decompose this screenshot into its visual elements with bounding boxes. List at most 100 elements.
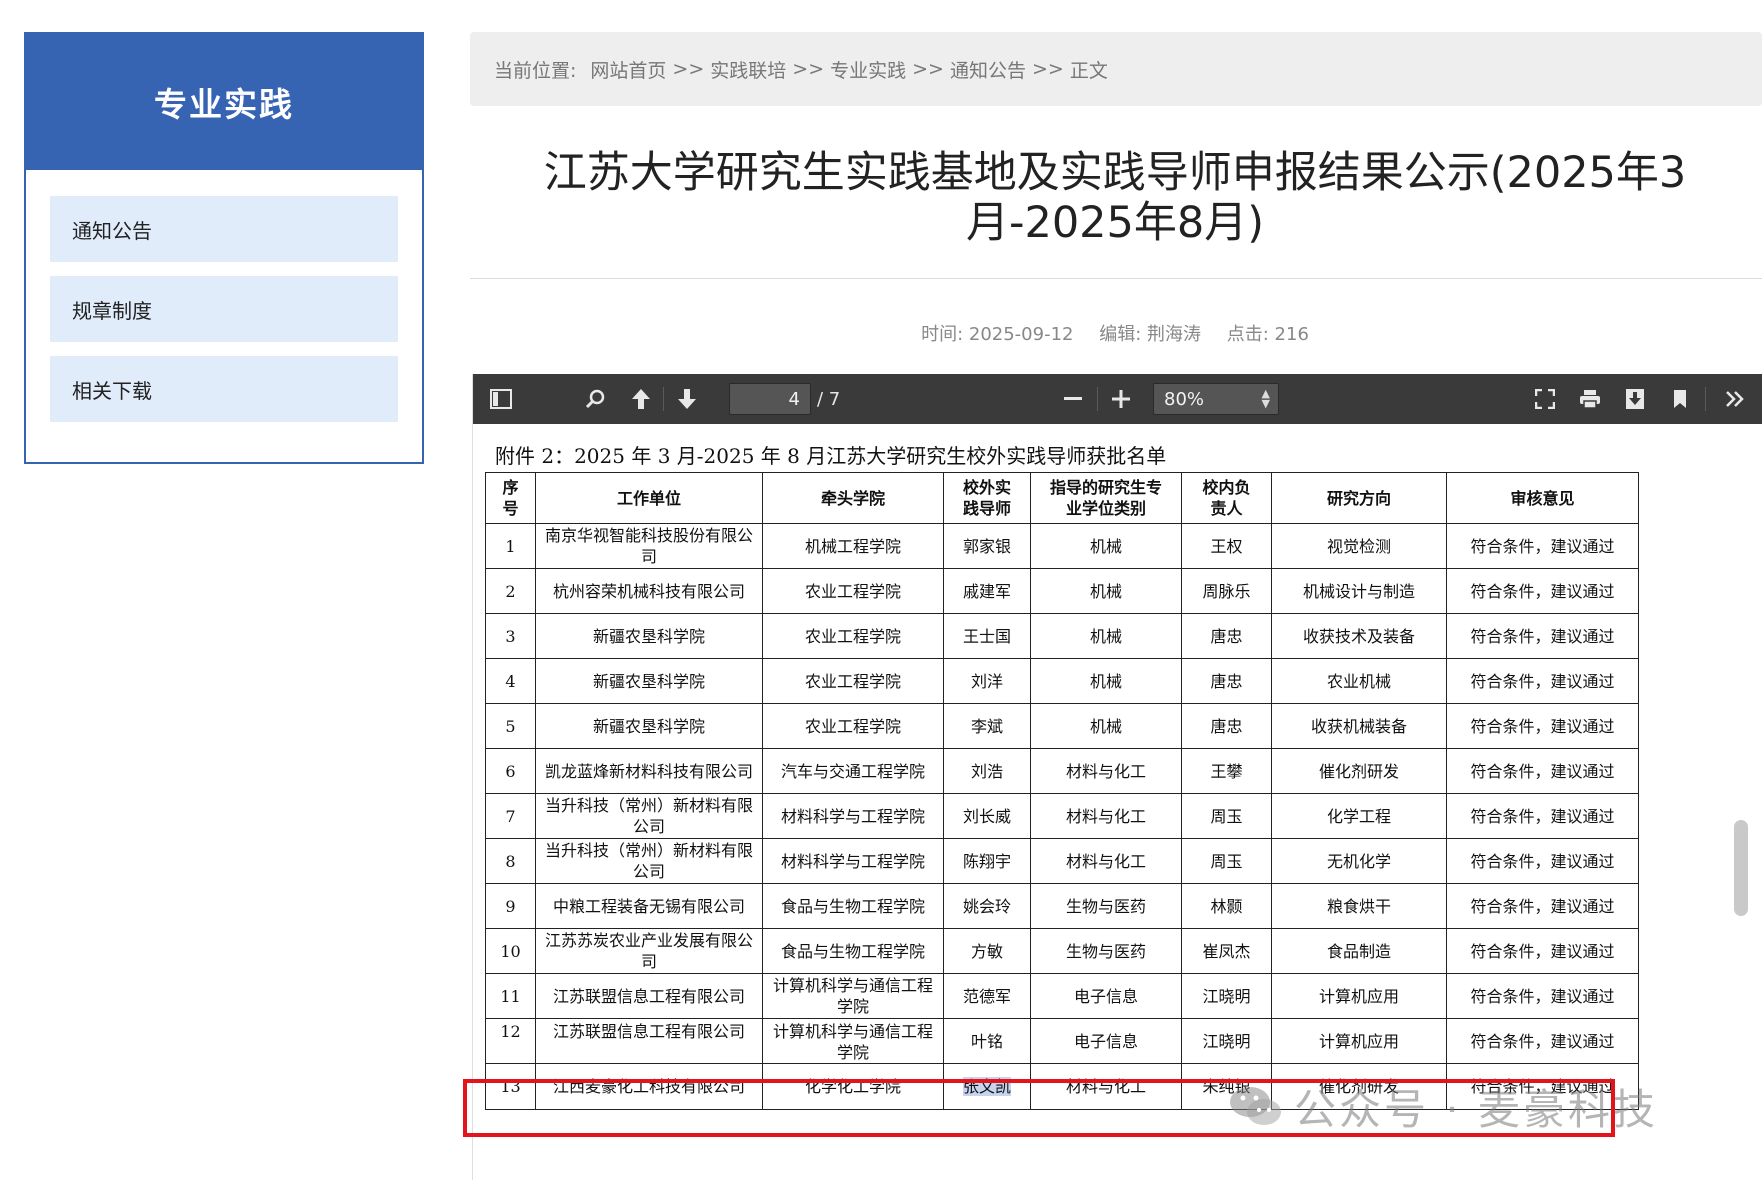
column-header: 校外实践导师: [943, 472, 1031, 524]
table-cell: 李斌: [943, 703, 1031, 749]
table-cell: 新疆农垦科学院: [535, 703, 763, 749]
search-icon[interactable]: [577, 374, 613, 424]
scrollbar-thumb[interactable]: [1734, 820, 1748, 916]
table-cell: 林颢: [1181, 883, 1272, 929]
table-cell: 材料与化工: [1030, 838, 1182, 884]
toolbar-separator: [663, 387, 664, 411]
table-cell: 唐忠: [1181, 658, 1272, 704]
table-cell: 11: [485, 973, 536, 1019]
table-cell: 机械: [1030, 523, 1182, 569]
table-cell: 机械工程学院: [762, 523, 944, 569]
watermark: 公众号 · 麦豪科技: [1228, 1080, 1658, 1134]
table-cell: 王攀: [1181, 748, 1272, 794]
table-cell: 陈翔宇: [943, 838, 1031, 884]
table-cell: 江晓明: [1181, 1018, 1272, 1064]
zoom-in-icon[interactable]: [1103, 374, 1139, 424]
table-cell: 食品与生物工程学院: [762, 883, 944, 929]
table-cell: 方敏: [943, 928, 1031, 974]
breadcrumb: 当前位置: 网站首页 >> 实践联培 >> 专业实践 >> 通知公告 >> 正文: [470, 32, 1762, 106]
table-cell: 计算机应用: [1271, 1018, 1447, 1064]
breadcrumb-home[interactable]: 网站首页: [590, 56, 666, 83]
table-cell: 符合条件，建议通过: [1446, 703, 1639, 749]
table-cell: 范德军: [943, 973, 1031, 1019]
download-icon[interactable]: [1617, 374, 1653, 424]
table-cell: 新疆农垦科学院: [535, 613, 763, 659]
table-cell: 3: [485, 613, 536, 659]
table-cell: 2: [485, 568, 536, 614]
sidebar: 专业实践 通知公告 规章制度 相关下载: [24, 32, 424, 464]
previous-page-icon[interactable]: [623, 374, 659, 424]
table-cell: 5: [485, 703, 536, 749]
table-cell: 收获机械装备: [1271, 703, 1447, 749]
table-cell: 农业机械: [1271, 658, 1447, 704]
breadcrumb-separator: >>: [792, 58, 825, 80]
fullscreen-icon[interactable]: [1527, 374, 1563, 424]
breadcrumb-prefix: 当前位置:: [494, 59, 577, 82]
table-cell: 计算机科学与通信工程学院: [762, 1018, 944, 1064]
table-row: 2 杭州容荣机械科技有限公司 农业工程学院 戚建军 机械 周脉乐 机械设计与制造 符合条件，建…: [485, 568, 1639, 614]
wechat-icon: [1230, 1087, 1281, 1125]
table-cell: 崔凤杰: [1181, 928, 1272, 974]
breadcrumb-separator: >>: [912, 58, 944, 80]
column-header: 审核意见: [1446, 472, 1639, 524]
table-cell: 机械: [1030, 703, 1182, 749]
zoom-select[interactable]: 80% ▲ ▼: [1153, 383, 1279, 415]
table-cell: 粮食烘干: [1271, 883, 1447, 929]
table-cell: 唐忠: [1181, 703, 1272, 749]
page-total: / 7: [817, 388, 841, 410]
table-cell: 食品制造: [1271, 928, 1447, 974]
table-cell: 新疆农垦科学院: [535, 658, 763, 704]
table-cell: 7: [485, 793, 536, 839]
table-cell: 郭家银: [943, 523, 1031, 569]
table-row: 7 当升科技（常州）新材料有限公司 材料科学与工程学院 刘长威 材料与化工 周玉 化学工程符…: [485, 793, 1639, 839]
sidebar-toggle-icon[interactable]: [483, 374, 519, 424]
table-cell: 刘长威: [943, 793, 1031, 839]
toolbar-separator: [1097, 387, 1098, 411]
breadcrumb-practice-training[interactable]: 实践联培: [710, 56, 786, 83]
table-cell: 中粮工程装备无锡有限公司: [535, 883, 763, 929]
table-cell: 食品与生物工程学院: [762, 928, 944, 974]
table-cell: 机械: [1030, 568, 1182, 614]
table-row: 8 当升科技（常州）新材料有限公司 材料科学与工程学院 陈翔宇 材料与化工 周玉 无机化学符…: [485, 838, 1639, 884]
table-cell: 机械设计与制造: [1271, 568, 1447, 614]
table-cell: 唐忠: [1181, 613, 1272, 659]
table-cell: 符合条件，建议通过: [1446, 928, 1639, 974]
document-heading: 附件 2：2025 年 3 月-2025 年 8 月江苏大学研究生校外实践导师获…: [495, 444, 1167, 468]
chevron-up-down-icon: ▲ ▼: [1261, 387, 1270, 410]
breadcrumb-notices[interactable]: 通知公告: [950, 56, 1026, 83]
pdf-toolbar: / 7 80% ▲▼: [473, 374, 1762, 424]
article-meta: 时间: 2025-09-12 编辑: 荆海涛 点击: 216: [470, 320, 1760, 346]
table-cell: 汽车与交通工程学院: [762, 748, 944, 794]
next-page-icon[interactable]: [669, 374, 705, 424]
table-cell: 4: [485, 658, 536, 704]
bookmark-icon[interactable]: [1662, 374, 1698, 424]
table-cell: 符合条件，建议通过: [1446, 883, 1639, 929]
table-cell: 材料与化工: [1030, 748, 1182, 794]
table-cell: 符合条件，建议通过: [1446, 568, 1639, 614]
more-tools-icon[interactable]: [1717, 374, 1753, 424]
sidebar-item-downloads[interactable]: 相关下载: [50, 356, 398, 422]
sidebar-item-regulations[interactable]: 规章制度: [50, 276, 398, 342]
table-cell: 周玉: [1181, 838, 1272, 884]
table-cell: 周玉: [1181, 793, 1272, 839]
breadcrumb-separator: >>: [1032, 58, 1064, 80]
column-header: 序号: [485, 472, 536, 524]
zoom-out-icon[interactable]: [1055, 374, 1091, 424]
breadcrumb-professional-practice[interactable]: 专业实践: [830, 56, 906, 83]
breadcrumb-body: 正文: [1069, 59, 1108, 82]
page-number-input[interactable]: [729, 383, 811, 415]
table-cell: 王权: [1181, 523, 1272, 569]
table-cell: 9: [485, 883, 536, 929]
table-cell: 农业工程学院: [762, 703, 944, 749]
pdf-viewer: / 7 80% ▲▼ 附件 2：2025 年 3 月: [472, 374, 1762, 1180]
table-cell: 电子信息: [1030, 973, 1182, 1019]
table-cell: 农业工程学院: [762, 568, 944, 614]
breadcrumb-separator: >>: [672, 58, 705, 80]
view-count: 点击: 216: [1226, 324, 1309, 345]
table-cell: 材料与化工: [1030, 793, 1182, 839]
sidebar-item-notices[interactable]: 通知公告: [50, 196, 398, 262]
print-icon[interactable]: [1572, 374, 1608, 424]
table-cell: 当升科技（常州）新材料有限公司: [535, 793, 763, 839]
table-cell: 姚会玲: [943, 883, 1031, 929]
table-row: 5 新疆农垦科学院 农业工程学院 李斌 机械 唐忠 收获机械装备 符合条件，建议通过: [485, 703, 1639, 749]
